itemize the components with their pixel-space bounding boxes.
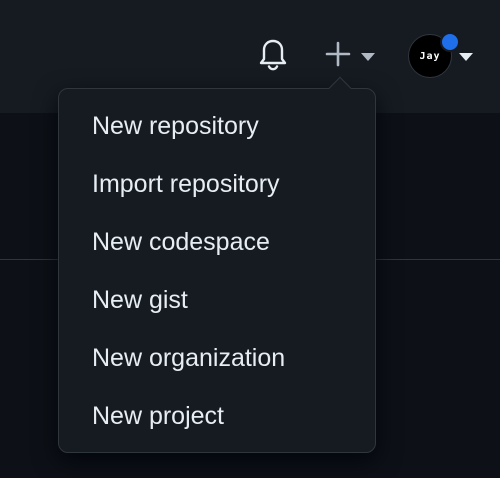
user-menu-button[interactable]: Jay (404, 30, 474, 80)
menu-item-new-repository[interactable]: New repository (59, 97, 375, 155)
menu-item-new-codespace[interactable]: New codespace (59, 213, 375, 271)
create-new-dropdown: New repository Import repository New cod… (58, 76, 376, 453)
notifications-button[interactable] (256, 36, 290, 72)
menu-item-new-project[interactable]: New project (59, 387, 375, 445)
dropdown-menu-list: New repository Import repository New cod… (59, 97, 375, 445)
avatar-initials: Jay (419, 50, 441, 62)
bell-icon (259, 39, 287, 71)
caret-down-icon (361, 53, 375, 61)
menu-item-new-gist[interactable]: New gist (59, 271, 375, 329)
status-indicator (440, 32, 460, 52)
caret-down-icon (459, 53, 473, 61)
plus-icon (325, 41, 351, 67)
create-new-button[interactable] (320, 36, 380, 72)
page: Jay New repository Import repository New… (0, 0, 500, 478)
menu-item-import-repository[interactable]: Import repository (59, 155, 375, 213)
menu-item-new-organization[interactable]: New organization (59, 329, 375, 387)
